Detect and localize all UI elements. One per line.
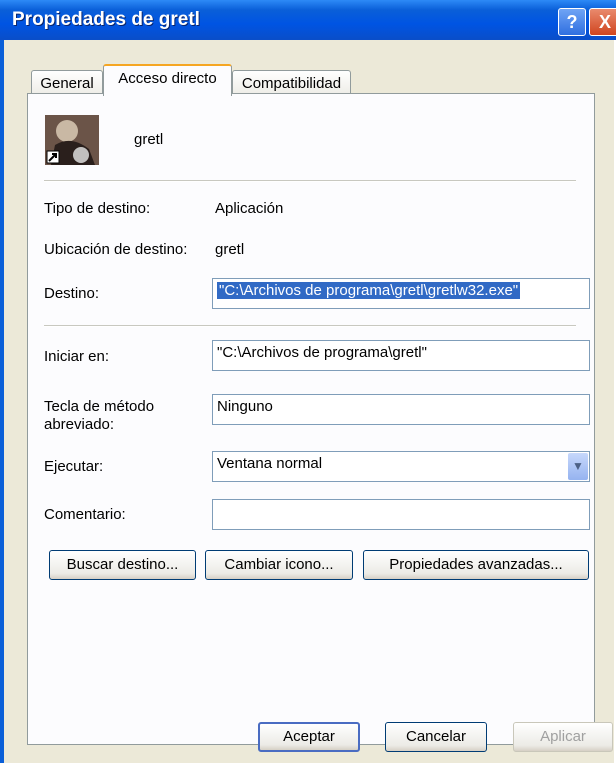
- window-border: [0, 40, 4, 763]
- ejecutar-value: Ventana normal: [217, 455, 323, 472]
- ubicacion-value: gretl: [215, 241, 245, 258]
- tab-acceso-directo[interactable]: Acceso directo: [103, 64, 232, 96]
- comentario-field[interactable]: [212, 499, 590, 530]
- aceptar-button[interactable]: Aceptar: [258, 722, 360, 752]
- title-bar[interactable]: Propiedades de gretl ? X: [0, 0, 616, 40]
- propiedades-avanzadas-button[interactable]: Propiedades avanzadas...: [363, 550, 589, 580]
- destino-value: "C:\Archivos de programa\gretl\gretlw32.…: [217, 282, 521, 299]
- properties-dialog: Propiedades de gretl ? X General Acceso …: [0, 0, 616, 763]
- tipo-value: Aplicación: [215, 200, 284, 217]
- shortcut-name: gretl: [134, 131, 164, 148]
- aplicar-button: Aplicar: [513, 722, 613, 752]
- iniciar-field[interactable]: "C:\Archivos de programa\gretl": [212, 340, 590, 371]
- cancelar-button[interactable]: Cancelar: [385, 722, 487, 752]
- ejecutar-label: Ejecutar:: [44, 458, 104, 475]
- tecla-label-line1: Tecla de método: [44, 398, 155, 415]
- cambiar-icono-button[interactable]: Cambiar icono...: [205, 550, 353, 580]
- comentario-label: Comentario:: [44, 506, 126, 523]
- help-button[interactable]: ?: [558, 8, 586, 36]
- ubicacion-label: Ubicación de destino:: [44, 241, 188, 258]
- chevron-down-icon[interactable]: ▼: [568, 453, 588, 480]
- separator-top: [44, 180, 576, 182]
- tecla-label-line2: abreviado:: [44, 416, 115, 433]
- close-button[interactable]: X: [589, 8, 616, 36]
- iniciar-label: Iniciar en:: [44, 348, 110, 365]
- destino-field[interactable]: "C:\Archivos de programa\gretl\gretlw32.…: [212, 278, 590, 309]
- destino-label: Destino:: [44, 285, 100, 302]
- tipo-label: Tipo de destino:: [44, 200, 151, 217]
- separator-middle: [44, 325, 576, 327]
- ejecutar-select[interactable]: Ventana normal ▼: [212, 451, 590, 482]
- gretl-shortcut-icon: [45, 115, 99, 165]
- buscar-destino-button[interactable]: Buscar destino...: [49, 550, 196, 580]
- tecla-field[interactable]: Ninguno: [212, 394, 590, 425]
- window-title: Propiedades de gretl: [12, 9, 200, 30]
